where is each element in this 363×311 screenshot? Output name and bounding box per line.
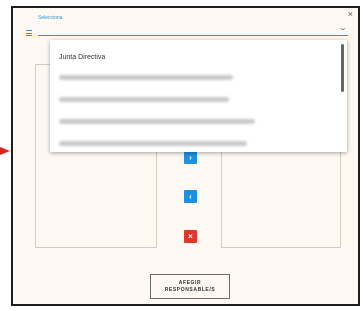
dropdown-scrollbar[interactable]	[341, 44, 344, 92]
chevron-down-icon: ⌄	[338, 25, 348, 32]
dropdown-option[interactable]: Junta Directiva	[59, 54, 105, 61]
remove-button[interactable]: ×	[184, 230, 197, 243]
select-label: Selecciona	[38, 15, 63, 21]
add-responsable-button[interactable]: AFEGIR RESPONSABLE/S	[150, 274, 230, 299]
add-button-line2: RESPONSABLE/S	[164, 286, 216, 293]
dropdown-option-blurred[interactable]	[59, 75, 233, 80]
hamburger-menu-icon[interactable]	[26, 30, 32, 38]
move-left-button[interactable]: ‹	[184, 190, 197, 203]
dropdown-option-blurred[interactable]	[59, 119, 255, 124]
dropdown-option-blurred[interactable]	[59, 97, 229, 102]
select-dropdown-menu: Junta Directiva	[50, 40, 347, 152]
move-right-button[interactable]: ›	[184, 151, 197, 164]
close-icon[interactable]: ×	[348, 10, 353, 19]
pointer-arrow-icon	[0, 147, 10, 155]
dropdown-option-blurred[interactable]	[59, 141, 247, 146]
add-button-line1: AFEGIR	[178, 279, 202, 286]
selecciona-select[interactable]: Selecciona ⌄	[38, 13, 348, 36]
